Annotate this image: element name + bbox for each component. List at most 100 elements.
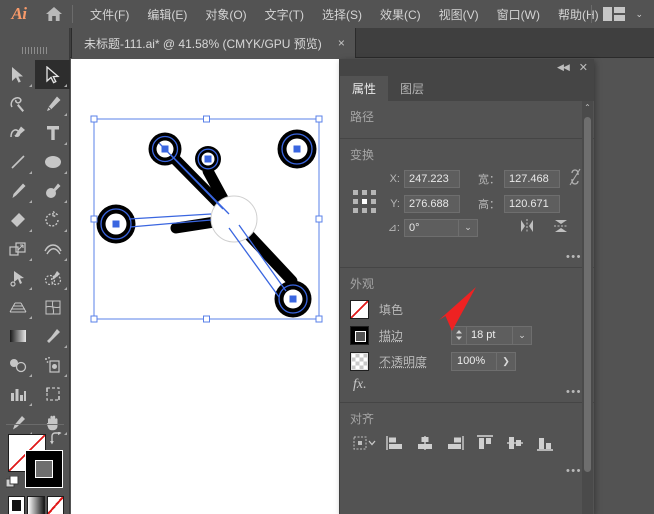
- document-tab-title: 未标题-111.ai* @ 41.58% (CMYK/GPU 预览): [84, 36, 322, 51]
- workspace-switcher[interactable]: ⌄: [591, 0, 648, 28]
- section-path: 路径: [340, 101, 594, 139]
- shaper-tool[interactable]: [35, 176, 70, 205]
- menu-select[interactable]: 选择(S): [313, 1, 371, 28]
- transform-more-options[interactable]: •••: [566, 251, 582, 263]
- home-icon[interactable]: [38, 0, 70, 28]
- gradient-tool[interactable]: [0, 321, 35, 350]
- stroke-weight-field[interactable]: 18 pt: [467, 325, 513, 345]
- menu-edit[interactable]: 编辑(E): [138, 1, 196, 28]
- toolbar-grip[interactable]: [0, 44, 70, 56]
- vertical-align-top-icon[interactable]: [470, 431, 500, 455]
- height-input[interactable]: 120.671: [504, 195, 560, 213]
- menu-file[interactable]: 文件(F): [81, 1, 138, 28]
- width-tool[interactable]: [35, 234, 70, 263]
- opacity-label[interactable]: 不透明度: [379, 353, 451, 370]
- menu-object[interactable]: 对象(O): [196, 1, 255, 28]
- align-more-options[interactable]: •••: [566, 465, 582, 477]
- stroke-weight-chevron-icon[interactable]: ⌄: [513, 325, 532, 345]
- document-tab-bar: ◀◀ 未标题-111.ai* @ 41.58% (CMYK/GPU 预览) ×: [0, 28, 654, 58]
- fx-row[interactable]: fx.: [350, 374, 584, 396]
- flip-horizontal-icon[interactable]: [518, 218, 536, 237]
- tools-panel: [0, 28, 70, 514]
- workspace-layout-icon[interactable]: [603, 7, 626, 21]
- flip-vertical-icon[interactable]: [552, 218, 570, 237]
- panel-body: 路径 变换 X: 247.223 宽： 127.468 Y: 276.688 高…: [340, 101, 594, 514]
- fx-label[interactable]: fx.: [353, 377, 367, 393]
- column-graph-tool[interactable]: [0, 379, 35, 408]
- document-tab[interactable]: 未标题-111.ai* @ 41.58% (CMYK/GPU 预览) ×: [71, 28, 356, 58]
- scroll-up-icon[interactable]: ⌃: [582, 101, 593, 113]
- eraser-tool[interactable]: [0, 205, 35, 234]
- selection-tool[interactable]: [0, 60, 35, 89]
- opacity-control[interactable]: 100% ❯: [451, 351, 516, 371]
- scale-tool[interactable]: [0, 234, 35, 263]
- chevron-down-icon[interactable]: ⌄: [630, 9, 648, 20]
- free-transform-tool[interactable]: [0, 263, 35, 292]
- stroke-label[interactable]: 描边: [379, 327, 451, 344]
- swap-fill-stroke-icon[interactable]: [49, 430, 65, 449]
- panel-collapse-icon[interactable]: ◀◀: [557, 62, 570, 73]
- section-appearance: 外观 填色 描边 18 pt ⌄ 不透明度 100% ❯ fx. •••: [340, 268, 594, 403]
- eyedropper-tool[interactable]: [35, 321, 70, 350]
- panel-close-icon[interactable]: ✕: [579, 61, 588, 74]
- perspective-grid-tool[interactable]: [0, 292, 35, 321]
- tab-layers[interactable]: 图层: [388, 76, 436, 101]
- color-mode-solid[interactable]: [8, 496, 26, 514]
- tab-properties[interactable]: 属性: [340, 76, 389, 101]
- artboard-tool[interactable]: [35, 379, 70, 408]
- stroke-stepper-icon[interactable]: [451, 325, 467, 345]
- panel-titlebar[interactable]: ◀◀ ✕: [340, 59, 594, 76]
- network-node-graph[interactable]: [96, 129, 317, 318]
- vertical-align-bottom-icon[interactable]: [530, 431, 560, 455]
- fill-row: 填色: [350, 296, 584, 322]
- menu-type[interactable]: 文字(T): [256, 1, 313, 28]
- angle-control[interactable]: 0° ⌄: [404, 218, 478, 237]
- flip-buttons: [518, 218, 570, 237]
- opacity-arrow-icon[interactable]: ❯: [497, 351, 516, 371]
- width-input[interactable]: 127.468: [504, 169, 560, 188]
- default-fill-stroke-icon[interactable]: [5, 475, 20, 493]
- opacity-field[interactable]: 100%: [451, 351, 497, 371]
- paintbrush-tool[interactable]: [0, 176, 35, 205]
- align-left-icon[interactable]: [380, 431, 410, 455]
- ellipse-tool[interactable]: [35, 147, 70, 176]
- artboard-canvas[interactable]: [71, 59, 339, 514]
- toolbar-divider: [6, 424, 64, 425]
- tool-grid: [0, 60, 70, 466]
- x-label: X:: [389, 172, 400, 185]
- menu-window[interactable]: 窗口(W): [488, 1, 549, 28]
- stroke-swatch-button[interactable]: [350, 325, 369, 345]
- vertical-align-center-icon[interactable]: [500, 431, 530, 455]
- constrain-proportions-icon[interactable]: [568, 167, 582, 190]
- shape-builder-tool[interactable]: [35, 263, 70, 292]
- menu-effect[interactable]: 效果(C): [371, 1, 430, 28]
- stroke-weight-control[interactable]: 18 pt ⌄: [451, 325, 532, 345]
- rotate-tool[interactable]: [35, 205, 70, 234]
- type-tool[interactable]: [35, 118, 70, 147]
- curvature-tool[interactable]: [0, 118, 35, 147]
- appearance-more-options[interactable]: •••: [566, 386, 582, 398]
- x-input[interactable]: 247.223: [404, 169, 460, 188]
- fill-swatch-button[interactable]: [350, 299, 369, 319]
- y-input[interactable]: 276.688: [404, 195, 460, 213]
- pen-tool[interactable]: [35, 89, 70, 118]
- align-right-icon[interactable]: [440, 431, 470, 455]
- direct-selection-tool[interactable]: [35, 60, 70, 89]
- angle-input[interactable]: 0°: [404, 218, 458, 237]
- height-label: 高：: [478, 199, 500, 211]
- chevron-down-icon[interactable]: ⌄: [458, 218, 478, 237]
- blend-tool[interactable]: [0, 350, 35, 379]
- close-icon[interactable]: ×: [334, 36, 349, 50]
- align-to-selection-icon[interactable]: [350, 431, 380, 455]
- stroke-swatch[interactable]: [25, 450, 63, 488]
- color-mode-none[interactable]: [46, 496, 64, 514]
- magic-wand-tool[interactable]: [0, 89, 35, 118]
- color-mode-gradient[interactable]: [27, 496, 45, 514]
- reference-point-icon[interactable]: [350, 189, 380, 215]
- menu-view[interactable]: 视图(V): [430, 1, 488, 28]
- panel-scrollbar-thumb[interactable]: [584, 117, 591, 472]
- align-center-h-icon[interactable]: [410, 431, 440, 455]
- mesh-tool[interactable]: [35, 292, 70, 321]
- symbol-sprayer-tool[interactable]: [35, 350, 70, 379]
- line-segment-tool[interactable]: [0, 147, 35, 176]
